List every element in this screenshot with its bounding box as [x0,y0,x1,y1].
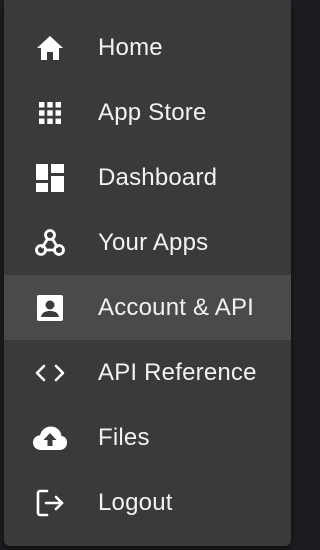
menu-item-your-apps[interactable]: Your Apps [4,210,291,275]
menu-item-label: App Store [98,98,207,126]
menu-item-home[interactable]: Home [4,15,291,80]
menu-item-files[interactable]: Files [4,405,291,470]
grid-icon [32,95,68,131]
code-icon [32,355,68,391]
menu-item-app-store[interactable]: App Store [4,80,291,145]
menu-item-label: Dashboard [98,163,218,191]
dropdown-menu: Home App Store Dashboard Your Apps Accou… [4,0,291,546]
logout-icon [32,485,68,521]
webhook-icon [32,225,68,261]
menu-item-label: Files [98,423,150,451]
menu-item-label: Account & API [98,293,255,321]
menu-item-label: Your Apps [98,228,209,256]
dashboard-icon [32,160,68,196]
menu-item-label: Home [98,33,163,61]
menu-item-api-reference[interactable]: API Reference [4,340,291,405]
menu-item-label: API Reference [98,358,257,386]
home-icon [32,30,68,66]
menu-item-label: Logout [98,488,173,516]
cloud-upload-icon [32,420,68,456]
menu-item-account-api[interactable]: Account & API [4,275,291,340]
menu-item-dashboard[interactable]: Dashboard [4,145,291,210]
menu-item-logout[interactable]: Logout [4,470,291,535]
account-box-icon [32,290,68,326]
